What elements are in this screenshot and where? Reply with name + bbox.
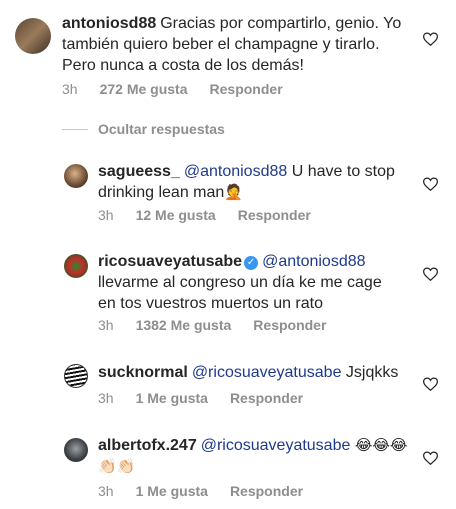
reply-button[interactable]: Responder bbox=[230, 483, 303, 499]
heart-outline-icon[interactable] bbox=[423, 177, 438, 191]
likes-count[interactable]: 12 Me gusta bbox=[136, 207, 216, 223]
reply-item: sucknormal @ricosuaveyatusabe Jsjqkks 3h 1… bbox=[0, 350, 456, 420]
comment-meta: 3h 272 Me gusta Responder bbox=[62, 81, 305, 97]
username[interactable]: ricosuaveyatusabe bbox=[98, 253, 242, 270]
heart-outline-icon[interactable] bbox=[423, 377, 438, 391]
username[interactable]: sagueess_ bbox=[98, 163, 180, 180]
reply-item: ricosuaveyatusabe ✓ @antoniosd88 llevarme … bbox=[0, 240, 456, 340]
likes-count[interactable]: 272 Me gusta bbox=[100, 81, 188, 97]
mention-link[interactable]: @ricosuaveyatusabe bbox=[192, 364, 342, 381]
avatar[interactable] bbox=[64, 164, 88, 188]
comment-meta: 3h 12 Me gusta Responder bbox=[98, 207, 333, 223]
timestamp: 3h bbox=[62, 81, 78, 97]
hide-replies-button[interactable]: Ocultar respuestas bbox=[98, 121, 225, 137]
mention-link[interactable]: @ricosuaveyatusabe bbox=[201, 437, 351, 454]
timestamp: 3h bbox=[98, 207, 114, 223]
comment-body: Jsjqkks bbox=[341, 364, 399, 381]
timestamp: 3h bbox=[98, 390, 114, 406]
heart-outline-icon[interactable] bbox=[423, 32, 438, 46]
comment-text: antoniosd88 Gracias por compartirlo, geni… bbox=[62, 13, 407, 76]
reply-button[interactable]: Responder bbox=[253, 317, 326, 333]
emoji: 🤦 bbox=[224, 184, 243, 201]
likes-count[interactable]: 1 Me gusta bbox=[136, 390, 208, 406]
comment-body: llevarme al congreso un día ke me cage e… bbox=[98, 274, 382, 312]
username[interactable]: sucknormal bbox=[98, 364, 188, 381]
avatar[interactable] bbox=[64, 254, 88, 278]
timestamp: 3h bbox=[98, 483, 114, 499]
replies-divider bbox=[62, 129, 88, 130]
verified-badge-icon: ✓ bbox=[244, 256, 259, 270]
mention-link[interactable]: @antoniosd88 bbox=[184, 163, 287, 180]
comment-text: ricosuaveyatusabe ✓ @antoniosd88 llevarme … bbox=[98, 251, 398, 314]
reply-button[interactable]: Responder bbox=[230, 390, 303, 406]
avatar[interactable] bbox=[64, 364, 88, 388]
likes-count[interactable]: 1382 Me gusta bbox=[136, 317, 232, 333]
comment-text: albertofx.247 @ricosuaveyatusabe 😂😂😂👏🏻👏🏻 bbox=[98, 435, 408, 477]
comment-text: sucknormal @ricosuaveyatusabe Jsjqkks bbox=[98, 362, 408, 383]
username[interactable]: antoniosd88 bbox=[62, 15, 156, 32]
reply-button[interactable]: Responder bbox=[210, 81, 283, 97]
likes-count[interactable]: 1 Me gusta bbox=[136, 483, 208, 499]
comment-text: sagueess_ @antoniosd88 U have to stop dri… bbox=[98, 161, 408, 203]
reply-item: sagueess_ @antoniosd88 U have to stop dri… bbox=[0, 150, 456, 230]
timestamp: 3h bbox=[98, 317, 114, 333]
reply-button[interactable]: Responder bbox=[238, 207, 311, 223]
heart-outline-icon[interactable] bbox=[423, 267, 438, 281]
username[interactable]: albertofx.247 bbox=[98, 437, 197, 454]
heart-outline-icon[interactable] bbox=[423, 451, 438, 465]
avatar[interactable] bbox=[15, 18, 51, 54]
comment-meta: 3h 1382 Me gusta Responder bbox=[98, 317, 348, 333]
comment-meta: 3h 1 Me gusta Responder bbox=[98, 390, 325, 406]
comment-meta: 3h 1 Me gusta Responder bbox=[98, 483, 325, 499]
mention-link[interactable]: @antoniosd88 bbox=[262, 253, 365, 270]
comment-root: antoniosd88 Gracias por compartirlo, geni… bbox=[0, 0, 456, 110]
reply-item: albertofx.247 @ricosuaveyatusabe 😂😂😂👏🏻👏🏻 … bbox=[0, 425, 456, 509]
avatar[interactable] bbox=[64, 438, 88, 462]
